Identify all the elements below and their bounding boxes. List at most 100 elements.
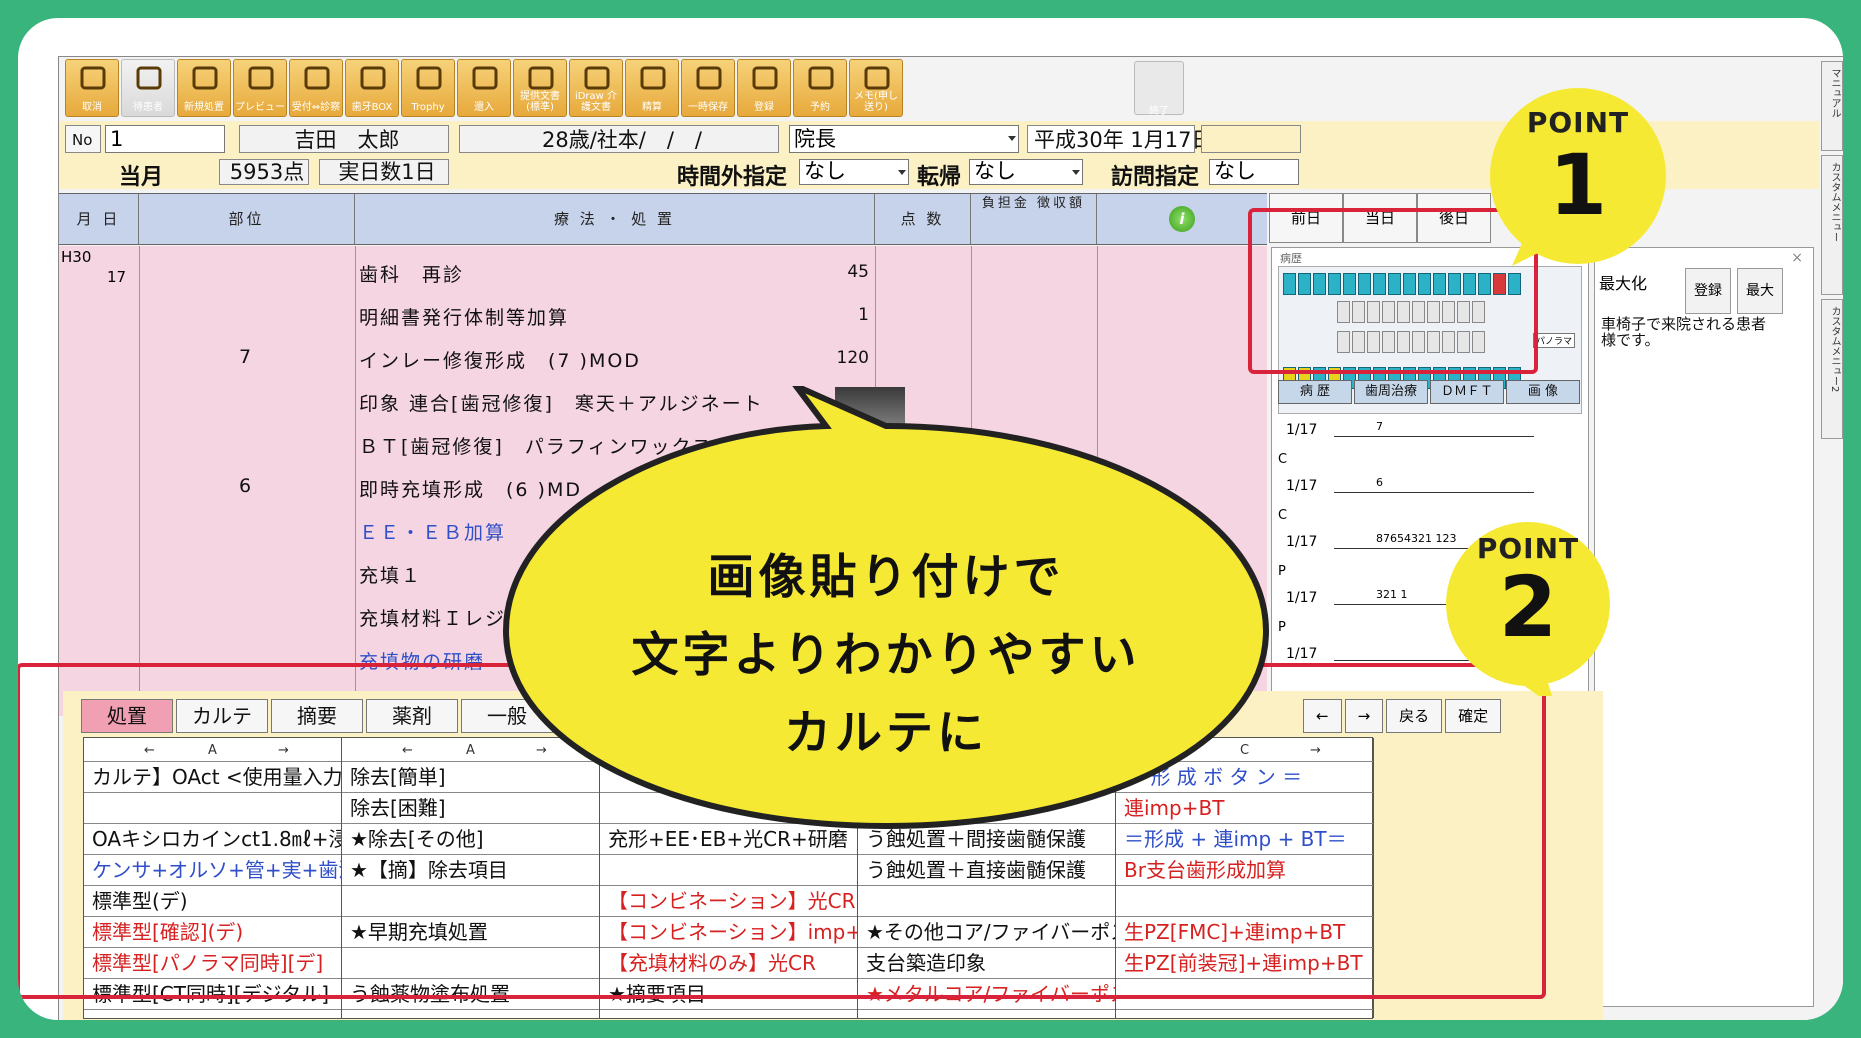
history-date: 1/17 (1286, 478, 1318, 494)
history-tab-1[interactable]: 歯周治療 (1354, 380, 1428, 404)
toolbar-button-5[interactable]: 歯牙BOX (345, 59, 399, 117)
preview-icon (248, 66, 274, 90)
toolbar-button-9[interactable]: iDraw 介護文書 (569, 59, 623, 117)
memo-panel: × 最大化 登録 最大 車椅子で来院される患者様です。 (1594, 247, 1814, 1007)
record-row[interactable]: 7 インレー修復形成 (7 )MOD 120 (59, 336, 1267, 379)
history-date: 1/17 (1286, 646, 1318, 662)
overtime-select[interactable]: なし (799, 159, 909, 185)
chevron-down-icon (898, 170, 906, 175)
chevron-down-icon (1008, 136, 1016, 141)
toolbar-label: 取消 (82, 102, 102, 113)
toolbar-button-12[interactable]: 登録 (737, 59, 791, 117)
header-procedure: 療 法 ・ 処 置 (355, 194, 875, 244)
yen-icon (640, 66, 666, 90)
chevron-down-icon (1072, 170, 1080, 175)
point-badge-2: POINT 2 (1436, 512, 1620, 696)
overtime-label: 時間外指定 (677, 165, 788, 190)
history-line (1334, 436, 1534, 437)
save-icon (696, 66, 722, 90)
visit-label: 訪問指定 (1111, 165, 1200, 190)
toolbar-button-0[interactable]: 取消 (65, 59, 119, 117)
toolbar-label: 登録 (754, 102, 774, 113)
doctor-value: 院長 (794, 127, 836, 151)
side-tab-custom-menu-2[interactable]: カスタムメニュー2 (1821, 299, 1843, 439)
toolbar-button-7[interactable]: 還入 (457, 59, 511, 117)
history-date: 1/17 (1286, 422, 1318, 438)
record-procedure: ＥＥ・ＥＢ加算 (359, 522, 507, 544)
history-sub: C (1278, 508, 1288, 523)
history-entry[interactable]: 1/17 7 C (1276, 416, 1536, 467)
header-fee: 負担金 徴収額 (971, 194, 1097, 244)
side-tab-manual[interactable]: マニュアル (1821, 61, 1843, 151)
toolbar-button-6[interactable]: Trophy (401, 59, 455, 117)
new-treatment-icon (192, 66, 218, 90)
record-procedure: インレー修復形成 (7 )MOD (359, 350, 641, 372)
frame: 取消 待患者 新規処置 プレビュー 受付⇔診察 歯牙BOX Trophy 還入 提供文書(標準)… (18, 18, 1843, 1020)
header-points: 点 数 (875, 194, 971, 244)
history-tab-0[interactable]: 病 歴 (1278, 380, 1352, 404)
phone-icon (808, 66, 834, 90)
visit-date[interactable]: 平成30年 1月17日 (1027, 125, 1212, 153)
toolbar-label: Trophy (411, 102, 445, 113)
no-button[interactable]: No (65, 125, 101, 153)
toolbar-label: メモ(申し送り) (854, 91, 898, 113)
toolbar-label: 歯牙BOX (351, 102, 393, 113)
patient-age-insurance: 28歳/社本/ / / (459, 125, 779, 153)
exit-button[interactable]: 終了 (1134, 61, 1184, 117)
outcome-value: なし (974, 159, 1016, 183)
toolbar-label: プレビュー (235, 102, 285, 113)
history-sub: P (1278, 620, 1286, 635)
toolbar-button-13[interactable]: 予約 (793, 59, 847, 117)
history-sub: C (1278, 452, 1288, 467)
header-part: 部位 (139, 194, 355, 244)
toolbar-button-8[interactable]: 提供文書(標準) (513, 59, 567, 117)
callout-line-2: 文字よりわかりやすい (631, 628, 1141, 683)
toolbar-label: 精算 (642, 102, 662, 113)
toolbar-button-14[interactable]: メモ(申し送り) (849, 59, 903, 117)
callout-line-3: カルテに (784, 706, 988, 761)
document-icon (528, 66, 554, 90)
info-icon[interactable]: i (1169, 206, 1195, 232)
side-tab-custom-menu[interactable]: カスタムメニュー (1821, 155, 1843, 295)
record-procedure: 明細書発行体制等加算 (359, 307, 570, 329)
history-tab-3[interactable]: 画 像 (1506, 380, 1580, 404)
toolbar-button-1[interactable]: 待患者 (121, 59, 175, 117)
trophy-icon (416, 66, 442, 90)
history-sub: P (1278, 564, 1286, 579)
import-icon (472, 66, 498, 90)
record-part: 7 (239, 346, 252, 368)
overtime-value: なし (804, 159, 846, 183)
toolbar-button-4[interactable]: 受付⇔診察 (289, 59, 343, 117)
record-row[interactable]: 明細書発行体制等加算 1 (59, 293, 1267, 336)
record-part: 6 (239, 475, 252, 497)
header-info: i (1097, 194, 1267, 244)
toolbar-button-2[interactable]: 新規処置 (177, 59, 231, 117)
doctor-select[interactable]: 院長 (789, 125, 1019, 153)
close-icon[interactable]: × (1791, 250, 1803, 266)
visit-select[interactable]: なし (1209, 159, 1299, 185)
memo-maximize-button[interactable]: 最大 (1737, 268, 1783, 314)
memo-text[interactable]: 車椅子で来院される患者様です。 (1601, 316, 1771, 348)
history-tab-2[interactable]: ＤＭＦＴ (1430, 380, 1504, 404)
memo-register-button[interactable]: 登録 (1685, 268, 1731, 314)
patient-no-input[interactable]: 1 (105, 125, 225, 153)
panorama-label[interactable]: パノラマ (1532, 333, 1575, 348)
blank-field (1201, 125, 1301, 153)
record-procedure: 充填１ (359, 565, 423, 587)
outcome-select[interactable]: なし (969, 159, 1083, 185)
record-table-header: 月 日 部位 療 法 ・ 処 置 点 数 負担金 徴収額 i (59, 193, 1267, 245)
history-date: 1/17 (1286, 534, 1318, 550)
toolbar-button-10[interactable]: 精算 (625, 59, 679, 117)
point-2-number: 2 (1498, 558, 1558, 656)
record-row[interactable]: 歯科 再診 45 (59, 250, 1267, 293)
history-code: 6 (1376, 476, 1383, 489)
undo-icon (80, 66, 106, 90)
toolbar-button-3[interactable]: プレビュー (233, 59, 287, 117)
toolbar-label: iDraw 介護文書 (574, 91, 618, 113)
register-icon (752, 66, 778, 90)
point-1-number: 1 (1548, 136, 1608, 234)
callout-line-1: 画像貼り付けで (707, 550, 1065, 605)
outcome-label: 転帰 (917, 165, 962, 190)
toolbar-button-11[interactable]: 一時保存 (681, 59, 735, 117)
actual-days: 実日数1日 (319, 159, 449, 185)
